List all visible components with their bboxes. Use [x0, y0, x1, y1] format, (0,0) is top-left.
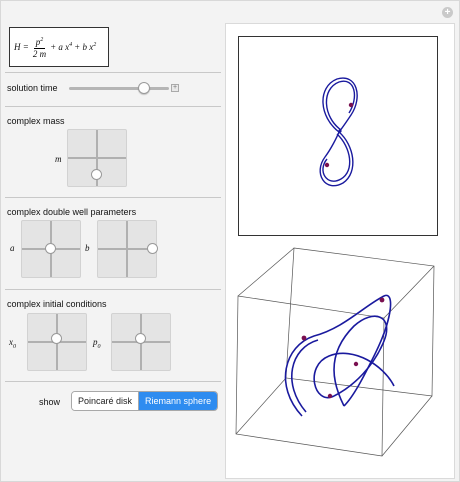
divider	[5, 197, 221, 198]
m-label: m	[55, 154, 62, 164]
complex-mass-title: complex mass	[7, 116, 65, 126]
formula-h: H =	[14, 42, 29, 52]
show-label: show	[39, 397, 61, 407]
divider	[5, 289, 221, 290]
riemann-sphere-3d	[235, 247, 435, 457]
x0-2d-slider[interactable]	[27, 313, 87, 371]
divider	[5, 72, 221, 73]
b-label: b	[85, 243, 90, 253]
demo-frame: + H = p2 2 m + a x4 + b x2 solution time…	[0, 0, 460, 482]
sphere-point-1	[379, 297, 385, 303]
x0-label-sub: 0	[13, 343, 16, 350]
point-1	[348, 102, 354, 108]
x0-label: x0	[9, 337, 16, 350]
graphics-area	[225, 23, 455, 479]
controls-panel: H = p2 2 m + a x4 + b x2 solution time +…	[5, 23, 221, 479]
formula-num-exp: 2	[40, 36, 44, 43]
complex-plane-plot	[238, 36, 438, 236]
trajectory-2d	[319, 77, 358, 187]
formula-term2: + b x	[74, 42, 94, 52]
a-2d-slider[interactable]	[21, 220, 81, 278]
initial-conditions-title: complex initial conditions	[7, 299, 107, 309]
formula-term1-exp: 4	[69, 42, 73, 48]
p0-label-sub: 0	[97, 343, 101, 350]
divider	[5, 106, 221, 107]
p0-2d-slider[interactable]	[111, 313, 171, 371]
expand-plus-icon[interactable]: +	[442, 7, 453, 18]
divider	[5, 381, 221, 382]
sphere-point-4	[327, 393, 333, 399]
show-toggle[interactable]: Poincaré disk Riemann sphere	[71, 391, 219, 411]
b-2d-slider[interactable]	[97, 220, 159, 278]
poincare-disk-button[interactable]: Poincaré disk	[72, 392, 140, 410]
slider-expand-icon[interactable]: +	[171, 84, 179, 92]
slider-track	[69, 87, 169, 90]
double-well-title: complex double well parameters	[7, 207, 137, 217]
hamiltonian-formula: H = p2 2 m + a x4 + b x2	[9, 27, 109, 67]
sphere-point-2	[301, 335, 307, 341]
b-knob[interactable]	[147, 243, 159, 254]
point-3	[338, 129, 342, 133]
formula-term2-exp: 2	[93, 42, 97, 48]
mass-knob[interactable]	[91, 168, 102, 180]
formula-den: 2 m	[32, 48, 47, 59]
formula-term1: + a x	[50, 42, 70, 52]
a-label: a	[10, 243, 15, 253]
solution-time-label: solution time	[7, 83, 58, 93]
slider-thumb[interactable]	[138, 82, 150, 94]
p0-label: p0	[93, 337, 101, 350]
sphere-point-3	[353, 361, 359, 367]
formula-fraction: p2 2 m	[33, 35, 46, 60]
mass-2d-slider[interactable]	[67, 129, 127, 187]
riemann-sphere-button[interactable]: Riemann sphere	[139, 392, 218, 410]
a-knob[interactable]	[45, 243, 56, 254]
point-2	[324, 162, 330, 168]
